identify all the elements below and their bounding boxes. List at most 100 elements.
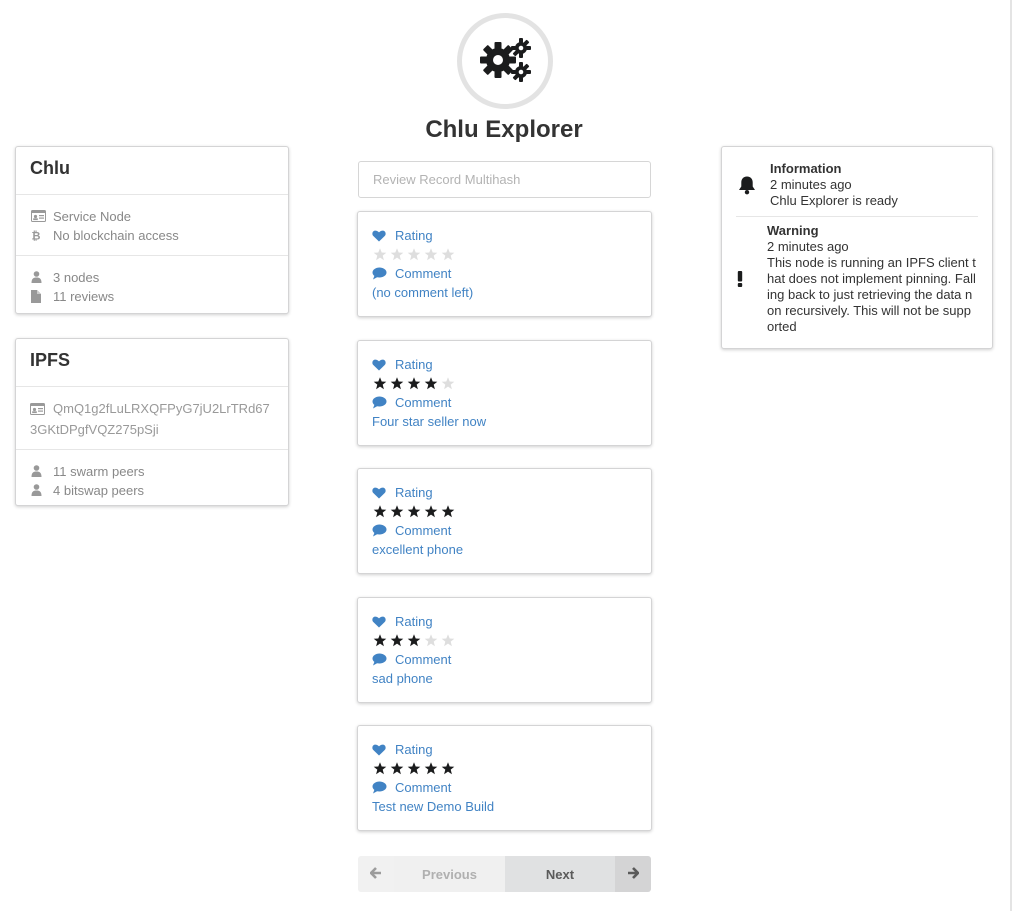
notification-divider bbox=[736, 216, 978, 217]
comment-icon bbox=[372, 524, 395, 537]
user-icon bbox=[30, 268, 53, 283]
star-filled-icon bbox=[390, 762, 404, 775]
comment-label-row: Comment bbox=[372, 264, 637, 283]
star-empty-icon bbox=[424, 634, 438, 647]
comment-text: excellent phone bbox=[372, 542, 464, 557]
heart-icon bbox=[372, 744, 395, 756]
star-filled-icon bbox=[424, 505, 438, 518]
star-empty-icon bbox=[424, 248, 438, 261]
heart-icon bbox=[372, 230, 395, 242]
id-card-icon bbox=[30, 207, 53, 222]
star-empty-icon bbox=[441, 634, 455, 647]
review-card[interactable]: Rating Comment Test new Demo Build bbox=[357, 725, 652, 831]
next-button[interactable]: Next bbox=[505, 856, 615, 892]
chlu-card-node-section: Service Node ₿ No blockchain access bbox=[16, 195, 288, 256]
star-filled-icon bbox=[424, 762, 438, 775]
arrow-left-icon bbox=[369, 866, 382, 882]
star-filled-icon bbox=[390, 634, 404, 647]
star-filled-icon bbox=[407, 377, 421, 390]
chlu-service-node-label: Service Node bbox=[53, 209, 132, 224]
id-card-icon bbox=[30, 401, 53, 420]
star-empty-icon bbox=[441, 377, 455, 390]
star-empty-icon bbox=[407, 248, 421, 261]
ipfs-swarm-peers-count: 11 swarm peers bbox=[53, 464, 145, 479]
chlu-blockchain-row: ₿ No blockchain access bbox=[30, 226, 274, 245]
comment-label: Comment bbox=[395, 266, 452, 281]
app-logo bbox=[457, 13, 553, 109]
pagination: Previous Next bbox=[358, 856, 651, 892]
star-empty-icon bbox=[390, 248, 404, 261]
page-title: Chlu Explorer bbox=[425, 116, 583, 143]
star-filled-icon bbox=[373, 634, 387, 647]
star-filled-icon bbox=[390, 377, 404, 390]
star-empty-icon bbox=[373, 248, 387, 261]
star-filled-icon bbox=[407, 634, 421, 647]
rating-label: Rating bbox=[395, 357, 433, 372]
ipfs-node-id: QmQ1g2fLuLRXQFPyG7jU2LrTRd673GKtDPgfVQZ2… bbox=[30, 401, 270, 437]
star-filled-icon bbox=[407, 505, 421, 518]
comment-text: sad phone bbox=[372, 671, 433, 686]
bell-icon bbox=[736, 161, 770, 209]
chlu-card-title: Chlu bbox=[16, 147, 288, 195]
arrow-right-icon bbox=[627, 866, 640, 882]
star-filled-icon bbox=[407, 762, 421, 775]
notification-title: Warning bbox=[767, 223, 819, 238]
notifications-panel: Information 2 minutes ago Chlu Explorer … bbox=[721, 146, 993, 349]
review-card[interactable]: Rating Comment Four star seller now bbox=[357, 340, 652, 446]
comment-label: Comment bbox=[395, 395, 452, 410]
star-rating bbox=[373, 631, 637, 650]
notification-warning: Warning 2 minutes ago This node is runni… bbox=[736, 223, 978, 335]
ipfs-card-stats-section: 11 swarm peers 4 bitswap peers bbox=[16, 450, 288, 510]
rating-label-row: Rating bbox=[372, 740, 637, 759]
rating-label-row: Rating bbox=[372, 612, 637, 631]
comment-label: Comment bbox=[395, 780, 452, 795]
star-rating bbox=[373, 374, 637, 393]
star-rating bbox=[373, 759, 637, 778]
notification-time: 2 minutes ago bbox=[767, 239, 849, 254]
review-card[interactable]: Rating Comment sad phone bbox=[357, 597, 652, 703]
file-icon bbox=[30, 287, 53, 303]
star-filled-icon bbox=[390, 505, 404, 518]
heart-icon bbox=[372, 359, 395, 371]
comment-label-row: Comment bbox=[372, 393, 637, 412]
ipfs-card-id-section: QmQ1g2fLuLRXQFPyG7jU2LrTRd673GKtDPgfVQZ2… bbox=[16, 387, 288, 450]
rating-label: Rating bbox=[395, 228, 433, 243]
comment-icon bbox=[372, 396, 395, 409]
star-rating bbox=[373, 245, 637, 264]
review-card[interactable]: Rating Comment (no comment left) bbox=[357, 211, 652, 317]
heart-icon bbox=[372, 616, 395, 628]
chlu-reviews-count: 11 reviews bbox=[53, 289, 115, 304]
rating-label: Rating bbox=[395, 485, 433, 500]
svg-text:₿: ₿ bbox=[32, 230, 41, 242]
star-filled-icon bbox=[373, 377, 387, 390]
previous-button[interactable]: Previous bbox=[394, 856, 505, 892]
star-empty-icon bbox=[441, 248, 455, 261]
ipfs-bitswap-peers-count: 4 bitswap peers bbox=[53, 483, 145, 498]
review-card[interactable]: Rating Comment excellent phone bbox=[357, 468, 652, 574]
comment-label: Comment bbox=[395, 652, 452, 667]
comment-label-row: Comment bbox=[372, 521, 637, 540]
user-icon bbox=[30, 462, 53, 477]
notification-message: This node is running an IPFS client that… bbox=[767, 255, 976, 334]
notification-time: 2 minutes ago bbox=[770, 177, 852, 192]
rating-label: Rating bbox=[395, 614, 433, 629]
heart-icon bbox=[372, 487, 395, 499]
previous-arrow-button[interactable] bbox=[358, 856, 394, 892]
cogs-icon bbox=[478, 36, 532, 87]
review-multihash-search-input[interactable] bbox=[358, 161, 651, 198]
comment-label-row: Comment bbox=[372, 650, 637, 669]
next-arrow-button[interactable] bbox=[615, 856, 651, 892]
rating-label: Rating bbox=[395, 742, 433, 757]
ipfs-swarm-peers-row: 11 swarm peers bbox=[30, 462, 274, 481]
exclamation-icon bbox=[736, 223, 767, 335]
chlu-nodes-count: 3 nodes bbox=[53, 270, 100, 285]
comment-text: Four star seller now bbox=[372, 414, 487, 429]
chlu-reviews-row: 11 reviews bbox=[30, 287, 274, 306]
star-filled-icon bbox=[441, 505, 455, 518]
rating-label-row: Rating bbox=[372, 355, 637, 374]
notification-message: Chlu Explorer is ready bbox=[770, 193, 898, 208]
comment-text: Test new Demo Build bbox=[372, 799, 495, 814]
comment-label: Comment bbox=[395, 523, 452, 538]
chlu-service-node-row: Service Node bbox=[30, 207, 274, 226]
chlu-blockchain-label: No blockchain access bbox=[53, 228, 179, 243]
